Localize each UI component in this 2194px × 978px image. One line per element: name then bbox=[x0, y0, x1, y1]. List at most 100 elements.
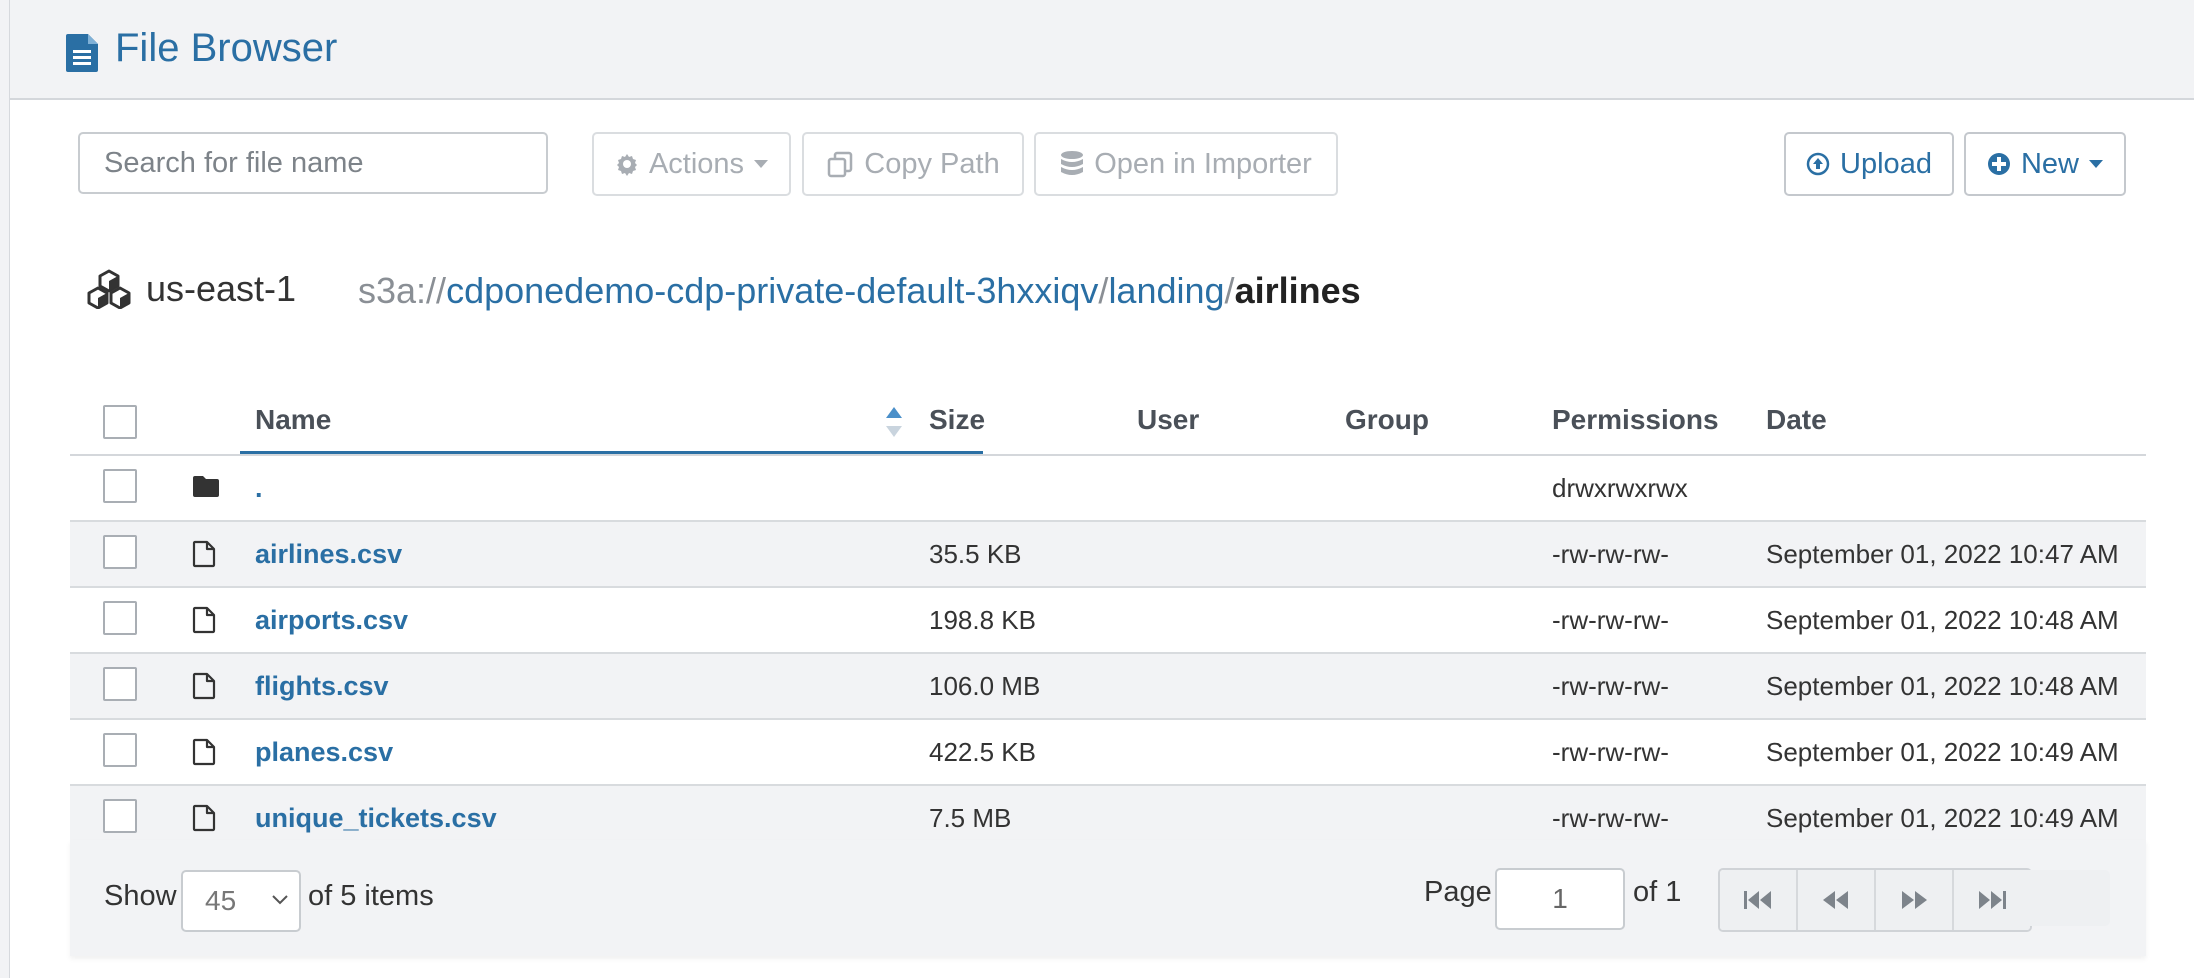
column-name[interactable]: Name bbox=[255, 404, 331, 436]
caret-down-icon bbox=[2089, 160, 2103, 168]
table-row[interactable]: . drwxrwxrwx bbox=[70, 456, 2146, 522]
pagination-spacer bbox=[2028, 870, 2110, 926]
region-name: us-east-1 bbox=[146, 268, 297, 309]
last-page-icon bbox=[1979, 891, 2006, 909]
column-group[interactable]: Group bbox=[1345, 404, 1429, 436]
page-title: File Browser bbox=[115, 26, 338, 70]
row-checkbox[interactable] bbox=[103, 733, 137, 767]
database-icon bbox=[1061, 151, 1084, 175]
new-label: New bbox=[2020, 147, 2079, 180]
column-size[interactable]: Size bbox=[929, 404, 985, 436]
file-permissions: -rw-rw-rw- bbox=[1552, 671, 1669, 701]
pagination-controls bbox=[1718, 868, 2032, 932]
file-text-icon bbox=[66, 34, 98, 72]
copy-path-button[interactable]: Copy Path bbox=[802, 132, 1024, 196]
file-date: September 01, 2022 10:49 AM bbox=[1766, 803, 2119, 833]
file-date: September 01, 2022 10:47 AM bbox=[1766, 539, 2119, 569]
path-scheme: s3a:// bbox=[358, 270, 447, 311]
table-row[interactable]: airlines.csv 35.5 KB -rw-rw-rw- Septembe… bbox=[70, 522, 2146, 588]
row-checkbox[interactable] bbox=[103, 535, 137, 569]
breadcrumb-bucket[interactable]: cdponedemo-cdp-private-default-3hxxiqv bbox=[446, 270, 1098, 311]
gear-icon bbox=[616, 154, 637, 176]
row-checkbox[interactable] bbox=[103, 799, 137, 833]
file-name-link[interactable]: airlines.csv bbox=[255, 539, 402, 570]
file-size: 422.5 KB bbox=[929, 737, 1036, 767]
page-size-value: 45 bbox=[205, 885, 237, 916]
path-separator: / bbox=[1098, 270, 1109, 311]
table-header: Name Size User Group Permissions Date bbox=[70, 390, 2146, 456]
file-date: September 01, 2022 10:48 AM bbox=[1766, 671, 2119, 701]
file-name-link[interactable]: . bbox=[255, 473, 263, 504]
new-button[interactable]: New bbox=[1964, 132, 2126, 196]
file-permissions: -rw-rw-rw- bbox=[1552, 539, 1669, 569]
file-size: 7.5 MB bbox=[929, 803, 1012, 833]
file-size: 106.0 MB bbox=[929, 671, 1041, 701]
select-all-checkbox[interactable] bbox=[103, 405, 137, 439]
left-edge-rule bbox=[0, 0, 10, 978]
file-name-link[interactable]: airports.csv bbox=[255, 605, 408, 636]
copy-icon bbox=[828, 151, 853, 178]
file-table: Name Size User Group Permissions Date . … bbox=[70, 390, 2146, 852]
file-size: 35.5 KB bbox=[929, 539, 1022, 569]
column-date[interactable]: Date bbox=[1766, 404, 1827, 436]
open-in-importer-label: Open in Importer bbox=[1094, 147, 1312, 180]
file-icon bbox=[192, 606, 216, 634]
page-header: File Browser bbox=[10, 0, 2194, 100]
row-checkbox[interactable] bbox=[103, 601, 137, 635]
file-date: September 01, 2022 10:49 AM bbox=[1766, 737, 2119, 767]
page-number-input[interactable] bbox=[1495, 868, 1625, 930]
next-page-button[interactable] bbox=[1876, 870, 1954, 930]
file-permissions: drwxrwxrwx bbox=[1552, 473, 1688, 503]
file-size: 198.8 KB bbox=[929, 605, 1036, 635]
upload-button[interactable]: Upload bbox=[1784, 132, 1954, 196]
search-input[interactable] bbox=[78, 132, 548, 194]
region-indicator: us-east-1 bbox=[86, 268, 296, 310]
sort-indicator bbox=[240, 451, 983, 454]
first-page-icon bbox=[1744, 891, 1771, 909]
first-page-button[interactable] bbox=[1720, 870, 1798, 930]
file-name-link[interactable]: flights.csv bbox=[255, 671, 389, 702]
file-icon bbox=[192, 672, 216, 700]
breadcrumb-current: airlines bbox=[1234, 270, 1361, 311]
cubes-icon bbox=[87, 269, 131, 309]
caret-down-icon bbox=[754, 160, 769, 168]
page-size-select[interactable]: 45 bbox=[181, 870, 301, 932]
breadcrumb: s3a://cdponedemo-cdp-private-default-3hx… bbox=[358, 270, 1361, 312]
file-date: September 01, 2022 10:48 AM bbox=[1766, 605, 2119, 635]
actions-label: Actions bbox=[648, 147, 745, 180]
file-icon bbox=[192, 540, 216, 568]
item-count: of 5 items bbox=[308, 880, 434, 912]
actions-button[interactable]: Actions bbox=[592, 132, 791, 196]
backward-icon bbox=[1823, 891, 1848, 909]
page-label: Page bbox=[1424, 876, 1492, 908]
open-in-importer-button[interactable]: Open in Importer bbox=[1034, 132, 1338, 196]
upload-label: Upload bbox=[1840, 147, 1932, 180]
file-icon bbox=[192, 738, 216, 766]
column-permissions[interactable]: Permissions bbox=[1552, 404, 1719, 436]
table-footer: Show 45 of 5 items Page of 1 bbox=[70, 840, 2146, 956]
file-name-link[interactable]: planes.csv bbox=[255, 737, 393, 768]
file-icon bbox=[192, 804, 216, 832]
folder-icon bbox=[193, 476, 219, 497]
table-row[interactable]: planes.csv 422.5 KB -rw-rw-rw- September… bbox=[70, 720, 2146, 786]
row-checkbox[interactable] bbox=[103, 469, 137, 503]
copy-path-label: Copy Path bbox=[864, 147, 1000, 180]
page-count: of 1 bbox=[1633, 876, 1682, 908]
show-label: Show bbox=[104, 880, 177, 912]
column-user[interactable]: User bbox=[1137, 404, 1199, 436]
file-permissions: -rw-rw-rw- bbox=[1552, 737, 1669, 767]
table-row[interactable]: flights.csv 106.0 MB -rw-rw-rw- Septembe… bbox=[70, 654, 2146, 720]
arrow-circle-up-icon bbox=[1806, 152, 1830, 176]
table-row[interactable]: airports.csv 198.8 KB -rw-rw-rw- Septemb… bbox=[70, 588, 2146, 654]
row-checkbox[interactable] bbox=[103, 667, 137, 701]
file-permissions: -rw-rw-rw- bbox=[1552, 605, 1669, 635]
breadcrumb-landing[interactable]: landing bbox=[1108, 270, 1224, 311]
sort-ascending-icon[interactable] bbox=[884, 404, 904, 440]
previous-page-button[interactable] bbox=[1798, 870, 1876, 930]
file-name-link[interactable]: unique_tickets.csv bbox=[255, 803, 497, 834]
chevron-down-icon bbox=[272, 895, 288, 905]
last-page-button[interactable] bbox=[1954, 870, 2030, 930]
forward-icon bbox=[1902, 891, 1927, 909]
plus-circle-icon bbox=[1987, 153, 2010, 175]
file-permissions: -rw-rw-rw- bbox=[1552, 803, 1669, 833]
